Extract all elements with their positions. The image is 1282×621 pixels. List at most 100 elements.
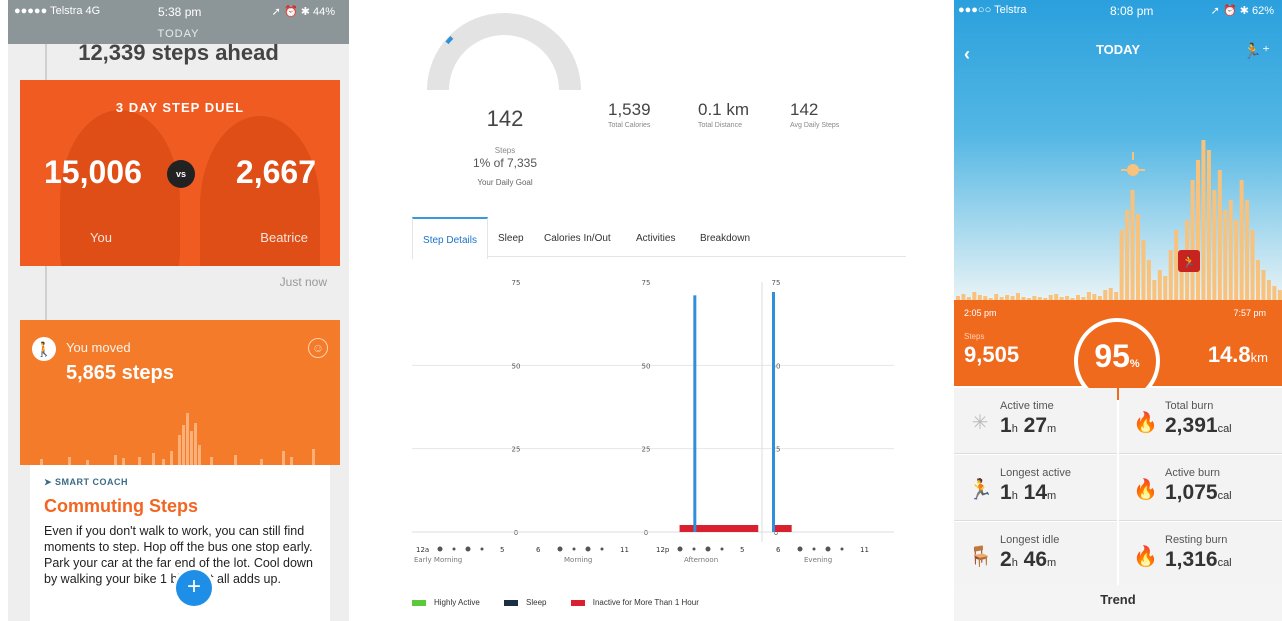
moved-label: You moved xyxy=(66,340,131,355)
inactive-bar xyxy=(679,525,759,532)
gauge-value: 142 xyxy=(486,106,524,131)
screen-title: TODAY xyxy=(157,28,200,40)
hour-dot xyxy=(465,546,471,552)
cell-resting-burn[interactable]: 🔥 Resting burn 1,316cal xyxy=(1119,522,1282,588)
cell-unit: m xyxy=(1047,557,1057,569)
histogram-bar xyxy=(1201,140,1206,300)
histogram-bar xyxy=(1261,270,1266,300)
step-duel-card[interactable]: 3 DAY STEP DUEL 15,006 vs 2,667 You Beat… xyxy=(20,80,340,266)
step-bar xyxy=(772,292,775,532)
histogram-bar xyxy=(1114,292,1119,300)
duel-title: 3 DAY STEP DUEL xyxy=(115,100,245,115)
distance-number: 14.8 xyxy=(1207,342,1251,367)
cell-total-burn[interactable]: 🔥 Total burn 2,391cal xyxy=(1119,388,1282,454)
cell-active-time[interactable]: ✳ Active time 1h 27m xyxy=(954,388,1117,454)
histogram-bar xyxy=(1206,150,1211,300)
histogram-bar xyxy=(1266,280,1271,300)
histogram-bar xyxy=(1157,270,1162,300)
cell-unit: h xyxy=(1011,490,1018,502)
x-group-label: Morning xyxy=(564,556,592,564)
x-tick-label: 5 xyxy=(500,546,504,554)
tab-calories[interactable]: Calories In/Out xyxy=(544,217,611,257)
moved-step-bars xyxy=(40,413,315,465)
goal-percent: 95% xyxy=(1078,338,1156,375)
activity-icon: ✳ xyxy=(971,412,989,434)
stat-value: 142 xyxy=(790,100,819,119)
legend-swatch-active xyxy=(412,599,426,606)
histogram-bar xyxy=(1086,292,1091,300)
step-details-chart: 75 75 7550 50 5025 25 250 0 012a 5Early Morning6 1… xyxy=(412,279,894,564)
add-activity-icon[interactable]: 🏃⁺ xyxy=(1243,42,1270,60)
histogram-bar xyxy=(972,292,977,300)
runner-marker-icon: 🏃 xyxy=(1178,250,1200,272)
x-group-label: Afternoon xyxy=(684,556,718,564)
cell-unit: m xyxy=(1047,490,1057,502)
flame-icon: 🔥 xyxy=(1133,479,1158,501)
moved-card[interactable]: 🚶 You moved 5,865 steps ☺ xyxy=(20,320,340,465)
distance-value: 14.8km xyxy=(1208,342,1268,368)
stat-label: Total Calories xyxy=(608,122,651,129)
cell-label: Active burn xyxy=(1165,467,1221,479)
hour-dot xyxy=(437,546,443,552)
legend-swatch-inactive xyxy=(570,599,585,606)
smiley-icon[interactable]: ☺ xyxy=(308,338,328,358)
hour-dot xyxy=(452,547,456,551)
x-tick-label: 12p xyxy=(656,546,670,554)
histogram-bar xyxy=(1163,276,1168,300)
add-button[interactable]: + xyxy=(176,570,212,606)
duel-opponent-name: Beatrice xyxy=(260,230,308,245)
x-tick-label: 11 xyxy=(860,546,869,554)
gauge-percent: 1% of 7,335 xyxy=(472,156,538,170)
chair-icon: 🪑 xyxy=(968,546,993,568)
tab-sleep[interactable]: Sleep xyxy=(498,217,524,257)
cell-value: 1h 27m xyxy=(1000,414,1056,438)
goal-percent-unit: % xyxy=(1129,358,1140,370)
duel-your-steps: 15,006 xyxy=(44,154,142,190)
battery-text: ➚ ⏰ ✱ 44% xyxy=(271,6,335,18)
cell-longest-idle[interactable]: 🪑 Longest idle 2h 46m xyxy=(954,522,1117,588)
histogram-bar xyxy=(1136,214,1140,300)
cell-unit: m xyxy=(1047,423,1057,435)
cell-value-part: 2,391 xyxy=(1165,414,1218,437)
hour-dot xyxy=(840,547,844,551)
gauge-steps-label: Steps xyxy=(494,146,516,155)
stat-avg-daily-steps: 142 Avg Daily Steps xyxy=(790,100,839,129)
hour-dot xyxy=(720,547,724,551)
status-bar: ●●●○○ Telstra 8:08 pm ➚ ⏰ ✱ 62% xyxy=(954,0,1282,22)
histogram-bar xyxy=(1130,190,1135,300)
card-timestamp: Just now xyxy=(279,275,327,289)
cell-value: 2,391cal xyxy=(1165,414,1232,438)
vs-badge: vs xyxy=(167,160,195,188)
stat-label: Avg Daily Steps xyxy=(790,122,840,129)
steps-label: Steps xyxy=(964,332,985,341)
step-bar xyxy=(693,295,697,532)
end-time: 7:57 pm xyxy=(1233,308,1266,318)
cell-active-burn[interactable]: 🔥 Active burn 1,075cal xyxy=(1119,455,1282,521)
smart-coach-tag: ➤ SMART COACH xyxy=(44,477,316,488)
histogram-bar xyxy=(1272,286,1277,300)
cell-longest-active[interactable]: 🏃 Longest active 1h 14m xyxy=(954,455,1117,521)
flame-icon: 🔥 xyxy=(1133,412,1158,434)
cell-unit: cal xyxy=(1217,557,1232,569)
cell-value: 2h 46m xyxy=(1000,548,1056,572)
cell-value-part: 1 xyxy=(1000,481,1012,504)
today-activity-screen: ●●●○○ Telstra 8:08 pm ➚ ⏰ ✱ 62% ‹ TODAY … xyxy=(954,0,1282,621)
trend-heading[interactable]: Trend xyxy=(954,592,1282,607)
legend-swatch-sleep xyxy=(504,599,519,606)
stat-total-calories: 1,539 Total Calories xyxy=(608,100,651,129)
histogram-bar xyxy=(1239,180,1244,300)
runner-icon: 🏃 xyxy=(968,479,993,501)
goal-percent-number: 95 xyxy=(1094,338,1130,374)
hour-dot xyxy=(480,547,484,551)
histogram-bar xyxy=(1103,290,1108,300)
histogram-bar xyxy=(1228,200,1233,300)
tab-step-details[interactable]: Step Details xyxy=(412,217,488,259)
cell-label: Longest idle xyxy=(1000,534,1060,546)
carrier-text: ●●●○○ Telstra xyxy=(958,4,1027,16)
hour-dot xyxy=(692,547,696,551)
duel-opponent-steps: 2,667 xyxy=(235,154,316,190)
tab-breakdown[interactable]: Breakdown xyxy=(700,217,750,257)
histogram-bar xyxy=(1152,280,1157,300)
hour-dot xyxy=(705,546,711,552)
tab-activities[interactable]: Activities xyxy=(636,217,675,257)
